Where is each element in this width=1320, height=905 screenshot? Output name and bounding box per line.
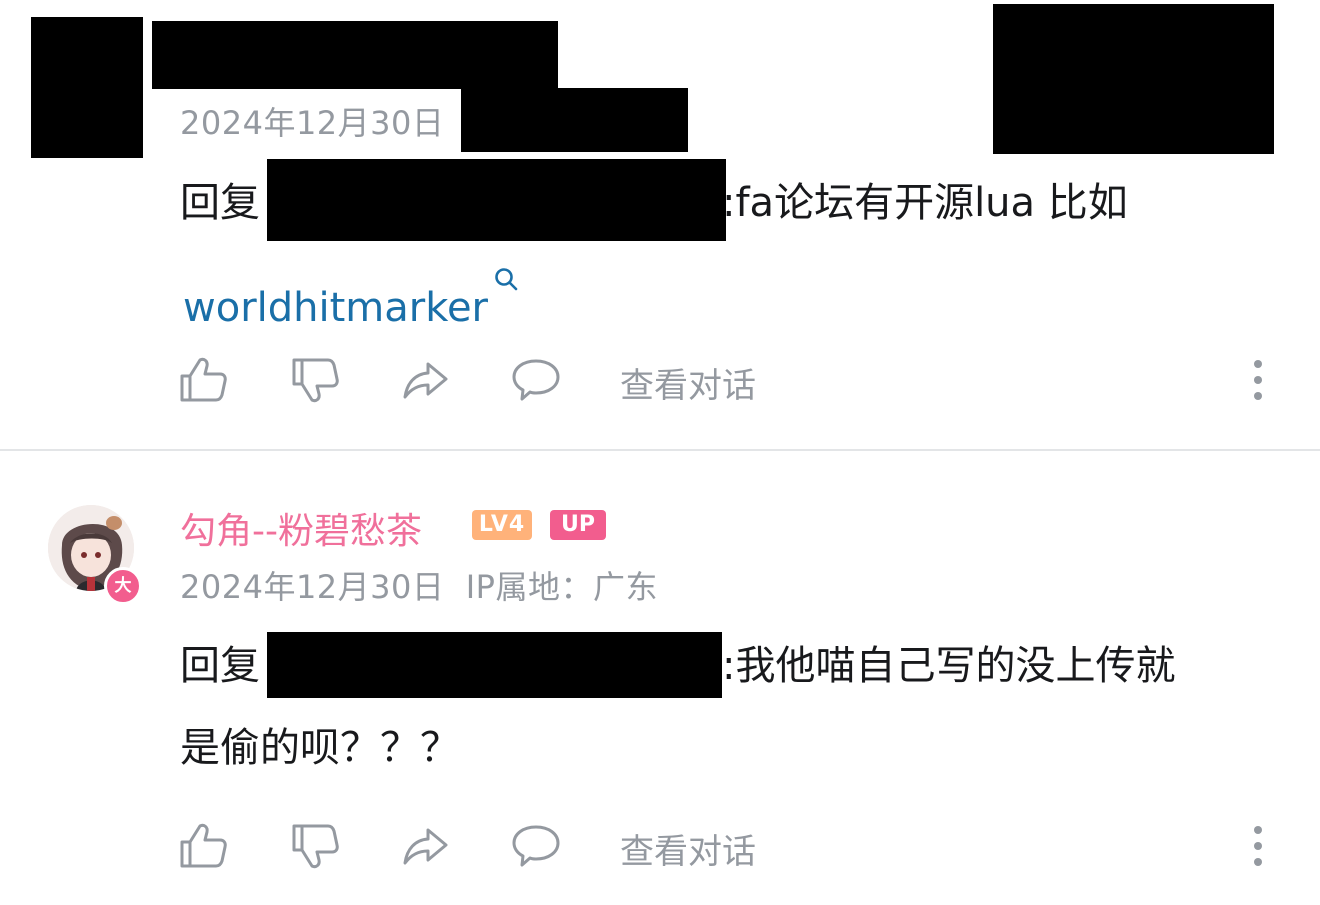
reply-text: :我他喵自己写的没上传就 [722, 643, 1176, 689]
comment-link-line: worldhitmarker [183, 244, 522, 346]
username[interactable]: 勾角--粉碧愁茶 [180, 502, 422, 554]
redacted-image [993, 4, 1274, 154]
comment-icon[interactable] [508, 818, 564, 874]
comment-date: 2024年12月30日 [180, 104, 445, 142]
thumb-up-icon[interactable] [176, 818, 232, 874]
redacted-reply-target [267, 159, 726, 241]
comment-body-line2: 是偷的呗？？？ [180, 725, 460, 771]
redacted-ip-location [461, 88, 688, 152]
comment-actions: 查看对话 [0, 352, 1320, 412]
redacted-avatar [31, 17, 143, 158]
thumb-up-icon[interactable] [176, 352, 232, 408]
thumb-down-icon[interactable] [288, 818, 344, 874]
up-badge: UP [550, 510, 606, 540]
comment-icon[interactable] [508, 352, 564, 408]
redacted-reply-target [267, 632, 722, 698]
keyword-link[interactable]: worldhitmarker [183, 285, 488, 331]
more-vertical-icon[interactable] [1240, 818, 1276, 874]
view-dialog-button[interactable]: 查看对话 [620, 358, 756, 407]
reply-prefix: 回复 [180, 643, 260, 689]
share-icon[interactable] [398, 352, 454, 408]
search-icon[interactable] [492, 244, 522, 291]
redacted-username [152, 21, 558, 89]
comment-date-ip: 2024年12月30日 IP属地：广东 [180, 568, 658, 606]
avatar-badge: 大 [104, 567, 142, 605]
more-vertical-icon[interactable] [1240, 352, 1276, 408]
reply-text: :fa论坛有开源lua 比如 [722, 180, 1128, 226]
comment-actions: 查看对话 [0, 818, 1320, 878]
reply-prefix: 回复 [180, 180, 260, 226]
view-dialog-button[interactable]: 查看对话 [620, 824, 756, 873]
share-icon[interactable] [398, 818, 454, 874]
thumb-down-icon[interactable] [288, 352, 344, 408]
comment-divider [0, 449, 1320, 451]
level-badge: LV4 [472, 510, 532, 540]
